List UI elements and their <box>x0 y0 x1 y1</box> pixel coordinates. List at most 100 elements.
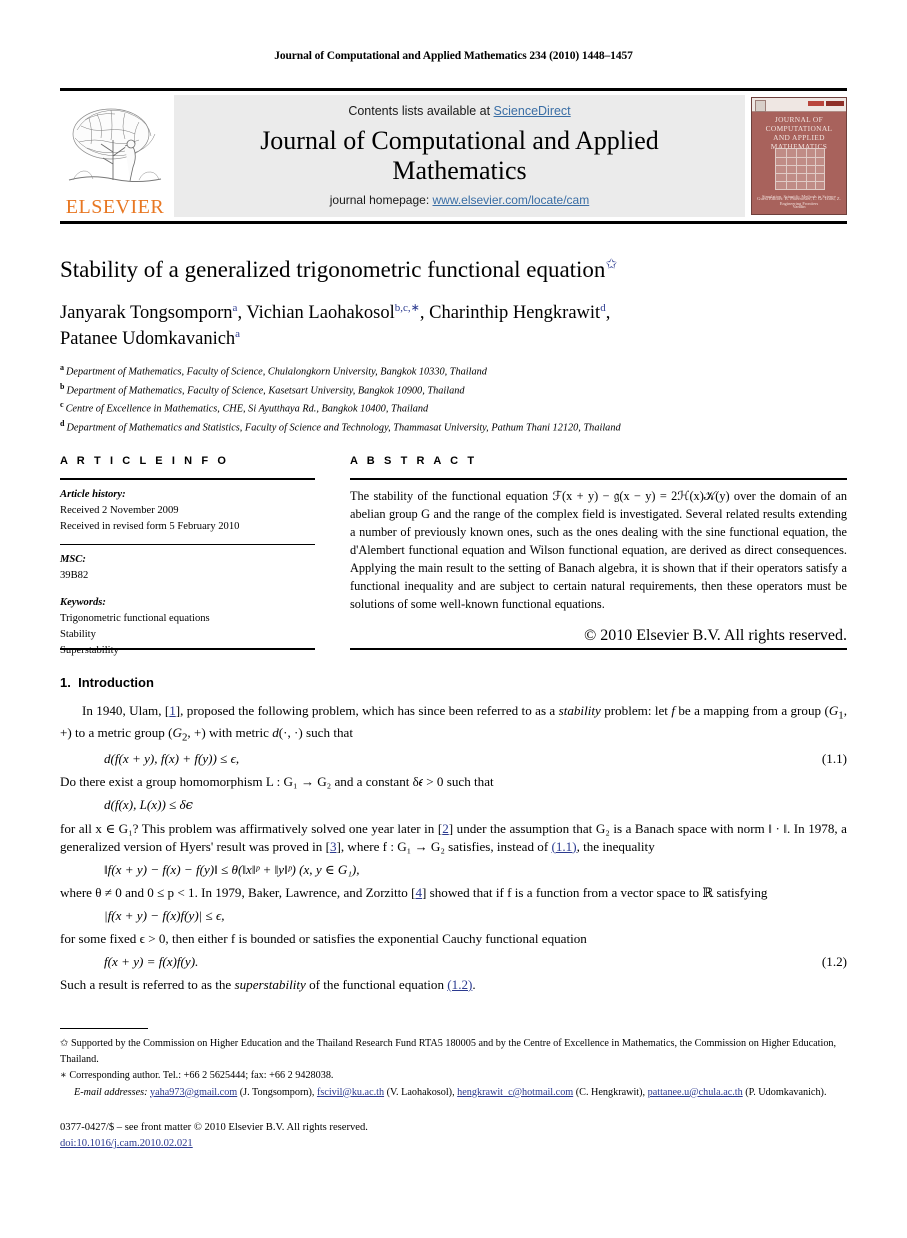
email-link[interactable]: fscivil@ku.ac.th <box>317 1087 384 1098</box>
article-history-line: Received in revised form 5 February 2010 <box>60 520 240 532</box>
author-name: Janyarak Tongsomporn <box>60 302 233 323</box>
elsevier-tree-icon <box>68 108 162 182</box>
article-history-label: Article history: <box>60 489 126 500</box>
para5-text: for some fixed ϵ > 0, then either f is b… <box>60 930 587 946</box>
affiliation-text: Department of Mathematics and Statistics… <box>66 422 621 434</box>
equation-ref-1-1[interactable]: (1.1) <box>551 839 576 854</box>
footnote-star-mark: ✩ <box>60 1038 69 1049</box>
para6-c: . <box>472 976 476 992</box>
article-history-line: Received 2 November 2009 <box>60 504 179 516</box>
affiliation-text: Centre of Excellence in Mathematics, CHE… <box>65 403 429 415</box>
elsevier-wordmark: ELSEVIER <box>65 196 165 218</box>
equation-1-2-number: (1.2) <box>821 953 847 969</box>
article-history-group: Article history: Received 2 November 200… <box>60 487 315 535</box>
abstract-rule-bottom <box>350 648 847 650</box>
para4-a: where θ ≠ 0 and 0 ≤ p < 1. In 1979, Bake… <box>60 884 416 900</box>
paragraph-2: Do there exist a group homomorphism L : … <box>60 773 847 791</box>
paragraph-6: Such a result is referred to as the supe… <box>60 976 847 994</box>
affiliation-mark: d <box>60 419 65 429</box>
msc-value: 39B82 <box>60 569 89 581</box>
running-head: Journal of Computational and Applied Mat… <box>274 50 633 62</box>
journal-homepage-link[interactable]: www.elsevier.com/locate/cam <box>433 193 590 207</box>
equation-unnumbered-2: ‖f(x + y) − f(x) − f(y)‖ ≤ θ(‖x‖ᵖ + ‖y‖ᵖ… <box>60 861 847 879</box>
paragraph-1: In 1940, Ulam, [1], proposed the followi… <box>60 702 847 745</box>
article-info-rule-mid <box>60 543 315 545</box>
affiliation-list: a Department of Mathematics, Faculty of S… <box>60 362 847 437</box>
section-title-text: Introduction <box>78 675 154 690</box>
journal-masthead: ELSEVIER Contents lists available at Sci… <box>60 88 847 224</box>
affiliation-text: Department of Mathematics, Faculty of Sc… <box>66 366 487 378</box>
email-link[interactable]: yaha973@gmail.com <box>150 1087 237 1098</box>
equation-1-1-text: d(f(x + y), f(x) + f(y)) ≤ ϵ, <box>104 751 240 767</box>
para3-d: , the inequality <box>576 838 655 854</box>
contents-prefix: Contents lists available at <box>348 104 494 118</box>
keywords-label: Keywords: <box>60 597 106 609</box>
para1-b: ], proposed the following problem, which… <box>175 703 559 718</box>
journal-name-line2: Mathematics <box>392 155 527 185</box>
equation-ref-1-2[interactable]: (1.2) <box>447 977 472 992</box>
author-affiliation-mark: d <box>600 301 606 314</box>
sciencedirect-link[interactable]: ScienceDirect <box>494 104 571 118</box>
cover-title: JOURNAL OF COMPUTATIONAL AND APPLIED MAT… <box>765 115 833 152</box>
affiliation-item: b Department of Mathematics, Faculty of S… <box>60 381 847 400</box>
article-info-column: A R T I C L E I N F O Article history: R… <box>60 455 315 667</box>
affiliation-mark: a <box>60 363 64 372</box>
equation-unnumbered-1: d(f(x), L(x)) ≤ δ𝜖 <box>60 796 847 814</box>
para2-text: Do there exist a group homomorphism L : … <box>60 774 494 790</box>
footnote-funding: ✩ Supported by the Commission on Higher … <box>60 1036 847 1067</box>
email-link[interactable]: pattanee.u@chula.ac.th <box>648 1087 743 1098</box>
keyword-item: Superstability <box>60 645 119 657</box>
abstract-column: A B S T R A C T The stability of the fun… <box>350 455 847 667</box>
paper-title-text: Stability of a generalized trigonometric… <box>60 257 606 282</box>
section-number: 1. <box>60 675 71 690</box>
equation-1-2-text: f(x + y) = f(x)f(y). <box>104 953 199 969</box>
abstract-heading: A B S T R A C T <box>350 455 478 467</box>
para1-stability-italic: stability <box>558 703 601 718</box>
page-title: Stability of a generalized trigonometric… <box>60 256 847 284</box>
affiliation-text: Department of Mathematics, Faculty of Sc… <box>66 385 465 397</box>
para3-c: ], where f : G₁ → G₂ satisfies, instead … <box>336 838 552 854</box>
cover-figure <box>775 148 825 190</box>
para1-a: In 1940, Ulam, [ <box>82 703 170 718</box>
footnote-corresponding-author: ∗ Corresponding author. Tel.: +66 2 5625… <box>60 1068 847 1084</box>
footnote-block: ✩ Supported by the Commission on Higher … <box>60 1028 847 1101</box>
contents-available-line: Contents lists available at ScienceDirec… <box>348 104 570 118</box>
msc-label: MSC: <box>60 553 86 565</box>
author-name: Patanee Udomkavanich <box>60 328 236 349</box>
doi-link[interactable]: doi:10.1016/j.cam.2010.02.021 <box>60 1138 193 1149</box>
issn-line: 0377-0427/$ – see front matter © 2010 El… <box>60 1122 368 1133</box>
elsevier-logo: ELSEVIER <box>60 91 170 221</box>
footnote-corresponding-text: Corresponding author. Tel.: +66 2 562544… <box>69 1070 334 1081</box>
email-owner: (J. Tongsomporn) <box>239 1086 312 1098</box>
affiliation-item: c Centre of Excellence in Mathematics, CH… <box>60 399 847 418</box>
title-block: Stability of a generalized trigonometric… <box>60 256 847 352</box>
abstract-copyright: © 2010 Elsevier B.V. All rights reserved… <box>584 626 847 644</box>
email-owner: (P. Udomkavanich) <box>745 1086 824 1098</box>
email-owner: (V. Laohakosol) <box>386 1086 453 1098</box>
affiliation-item: d Department of Mathematics and Statistic… <box>60 418 847 437</box>
equation-1-2: f(x + y) = f(x)f(y). (1.2) <box>60 953 847 971</box>
info-abstract-panel: A R T I C L E I N F O Article history: R… <box>60 455 847 667</box>
equation-1-1: d(f(x + y), f(x) + f(y)) ≤ ϵ, (1.1) <box>60 750 847 768</box>
keyword-item: Stability <box>60 629 96 641</box>
affiliation-mark: c <box>60 400 64 410</box>
article-info-rule-bottom <box>60 648 315 650</box>
colophon: 0377-0427/$ – see front matter © 2010 El… <box>60 1120 560 1153</box>
cover-topbar <box>752 98 846 112</box>
email-link[interactable]: hengkrawit_c@hotmail.com <box>457 1087 573 1098</box>
affiliation-item: a Department of Mathematics, Faculty of S… <box>60 362 847 381</box>
para6-superstability-italic: superstability <box>234 976 306 992</box>
equation-unnumbered-2-text: ‖f(x + y) − f(x) − f(y)‖ ≤ θ(‖x‖ᵖ + ‖y‖ᵖ… <box>104 861 360 877</box>
cover-elsevier-mark <box>755 100 766 112</box>
abstract-text: The stability of the functional equation… <box>350 489 847 611</box>
homepage-prefix: journal homepage: <box>329 193 433 207</box>
panel-bottom-rules <box>60 648 847 650</box>
author-name: Vichian Laohakosol <box>246 302 395 323</box>
section-heading-introduction: 1. Introduction <box>60 675 154 690</box>
email-owner: (C. Hengkrawit) <box>575 1086 643 1098</box>
author-name: Charinthip Hengkrawit <box>429 302 601 323</box>
footnote-rule <box>60 1028 148 1029</box>
cover-editors: Guest Editors: B. Paternoster, L. Gr. Ix… <box>757 196 841 209</box>
author-affiliation-mark: b,c,∗ <box>394 301 420 314</box>
paragraph-3: for all x ∈ G₁? This problem was affirma… <box>60 820 847 856</box>
